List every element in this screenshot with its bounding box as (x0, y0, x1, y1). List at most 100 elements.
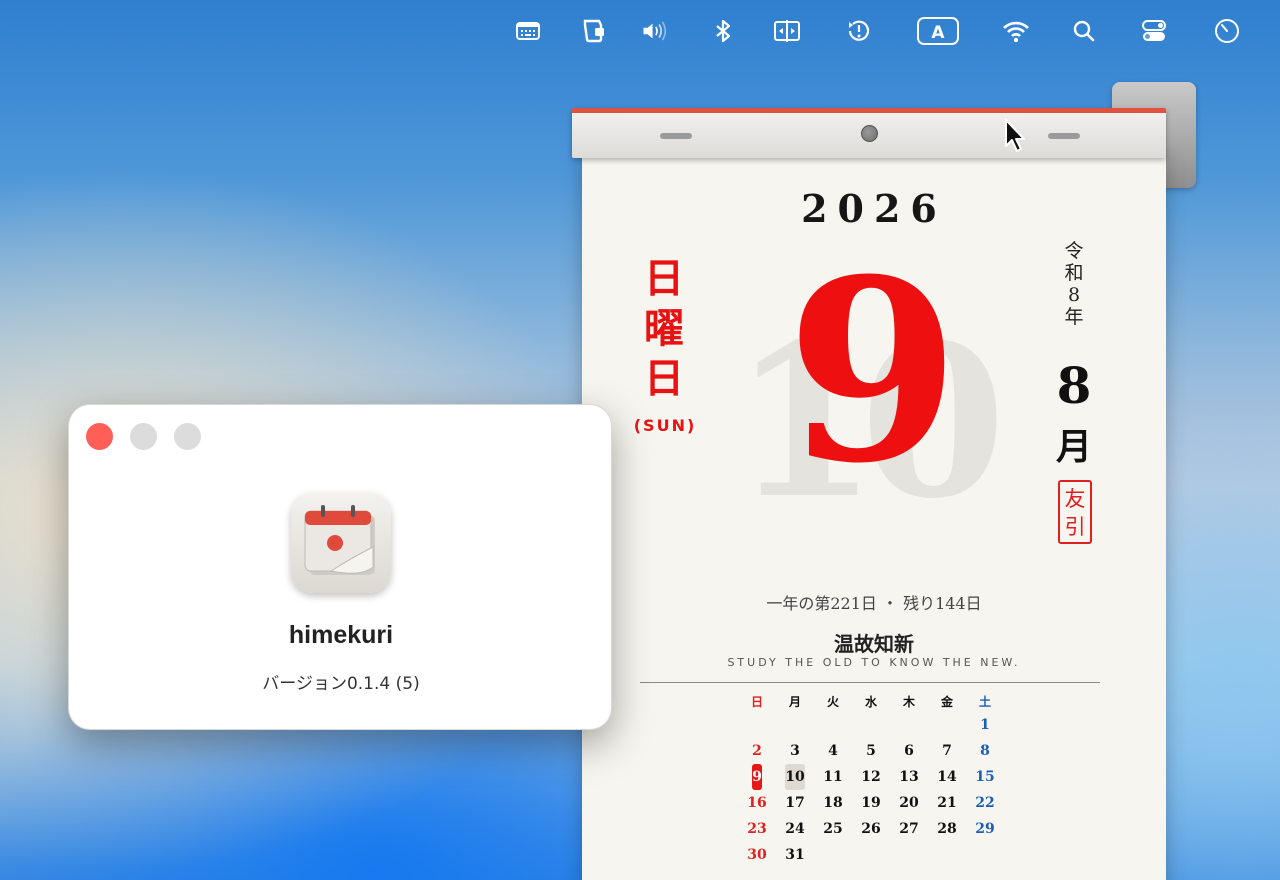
tear-off-calendar: 2026 10 9 日曜日 (SUN) 令和8年 8 月 友引 一年の第221日… (582, 150, 1166, 880)
stage-manager-icon[interactable] (576, 14, 610, 48)
control-center-icon[interactable] (1137, 14, 1171, 48)
mini-calendar-day (890, 842, 928, 868)
clip-slot-right (1048, 133, 1080, 139)
mini-calendar-day: 27 (890, 816, 928, 842)
mini-calendar-today: 9 (752, 764, 762, 790)
mini-calendar-day: 28 (928, 816, 966, 842)
mini-calendar-week: 1 (738, 712, 1004, 738)
mini-calendar-day (852, 842, 890, 868)
mini-calendar-day: 13 (890, 764, 928, 790)
menu-bar: A (0, 0, 1280, 62)
minimize-button[interactable] (130, 423, 157, 450)
mini-calendar-day-label: 11 (823, 769, 843, 785)
calendar-day-count: 一年の第221日 ・ 残り144日 (766, 594, 982, 613)
mini-calendar-day (966, 842, 1004, 868)
app-version: バージョン0.1.4 (5) (262, 674, 420, 694)
app-name: himekuri (288, 621, 394, 649)
close-button[interactable] (86, 423, 113, 450)
mini-calendar-day: 26 (852, 816, 890, 842)
mini-calendar-day-label: 25 (823, 821, 843, 837)
mini-calendar-day: 7 (928, 738, 966, 764)
weekday-header: 金 (940, 694, 953, 709)
mini-calendar-day: 19 (852, 790, 890, 816)
calendar-day-number: 9 (786, 224, 960, 518)
calendar-rokuyo: 友引 (1058, 480, 1092, 544)
weekday-header: 日 (750, 694, 763, 709)
time-machine-icon[interactable] (842, 14, 876, 48)
mini-calendar-day-label: 15 (975, 769, 995, 785)
mini-calendar-day-label: 16 (747, 795, 767, 811)
screen-mirroring-icon[interactable] (770, 14, 804, 48)
mini-calendar-day-label: 29 (975, 821, 995, 837)
bluetooth-icon[interactable] (706, 14, 740, 48)
mini-calendar-day: 8 (966, 738, 1004, 764)
keyboard-viewer-icon[interactable] (511, 14, 545, 48)
mouse-cursor-icon (1005, 119, 1025, 152)
mini-calendar-day: 30 (738, 842, 776, 868)
mini-calendar-day: 25 (814, 816, 852, 842)
mini-calendar-day-label: 28 (937, 821, 957, 837)
mini-calendar-day-label: 7 (942, 743, 952, 759)
mini-calendar-day (928, 842, 966, 868)
himekuri-app-icon (291, 493, 391, 593)
weekday-header: 木 (902, 694, 915, 709)
calendar-era: 令和8年 (1064, 240, 1084, 328)
calendar-month-kanji: 月 (1055, 427, 1092, 468)
volume-icon[interactable] (638, 14, 672, 48)
mini-calendar-day (890, 712, 928, 738)
mini-calendar-week: 23 24 25 26 27 28 29 (738, 816, 1004, 842)
calendar-idiom-en: STUDY THE OLD TO KNOW THE NEW. (727, 656, 1021, 669)
zoom-button[interactable] (174, 423, 201, 450)
mini-calendar-day-label: 20 (899, 795, 919, 811)
mini-calendar-day: 17 (776, 790, 814, 816)
mini-calendar-day-label: 18 (823, 795, 843, 811)
weekday-header: 月 (788, 694, 801, 709)
mini-calendar-day-label: 24 (785, 821, 805, 837)
mini-calendar-day-label: 5 (866, 743, 876, 759)
mini-calendar-day-label: 26 (861, 821, 881, 837)
mini-calendar-day (776, 712, 814, 738)
about-window: himekuri バージョン0.1.4 (5) (68, 404, 612, 730)
clock-icon[interactable] (1210, 14, 1244, 48)
mini-calendar-day: 16 (738, 790, 776, 816)
calendar-clip-bar[interactable] (572, 108, 1166, 158)
mini-calendar-day: 15 (966, 764, 1004, 790)
mini-calendar-day: 24 (776, 816, 814, 842)
mini-calendar-day (928, 712, 966, 738)
mini-calendar-day: 23 (738, 816, 776, 842)
mini-calendar-day (814, 842, 852, 868)
mini-calendar-day: 18 (814, 790, 852, 816)
clip-slot-left (660, 133, 692, 139)
mini-calendar-day-label: 30 (747, 847, 767, 863)
calendar-weekday-en: (SUN) (633, 416, 697, 435)
calendar-weekday-kanji: 日曜日 (644, 256, 684, 402)
spotlight-search-icon[interactable] (1067, 14, 1101, 48)
mini-calendar-day-label: 4 (828, 743, 838, 759)
mini-calendar-day: 4 (814, 738, 852, 764)
wifi-icon[interactable] (999, 14, 1033, 48)
mini-calendar-day-label: 22 (975, 795, 995, 811)
mini-calendar-day: 21 (928, 790, 966, 816)
mini-calendar-day: 11 (814, 764, 852, 790)
mini-calendar-day: 2 (738, 738, 776, 764)
mini-calendar-header: 日月火水木金土 (738, 690, 1004, 712)
mini-calendar-day: 5 (852, 738, 890, 764)
svg-text:A: A (931, 23, 945, 43)
mini-calendar-week: 2 3 4 5 6 7 8 (738, 738, 1004, 764)
mini-calendar-day-label: 27 (899, 821, 919, 837)
mini-calendar-day: 14 (928, 764, 966, 790)
mini-calendar-day-label: 14 (937, 769, 957, 785)
mini-calendar-day: 22 (966, 790, 1004, 816)
mini-calendar-day-label: 31 (785, 847, 805, 863)
mini-calendar-week: 16 17 18 19 20 21 22 (738, 790, 1004, 816)
calendar-idiom: 温故知新 (834, 632, 914, 656)
mini-calendar-day-label: 1 (980, 717, 990, 733)
mini-calendar-day (852, 712, 890, 738)
mini-calendar-day-label: 6 (904, 743, 914, 759)
clip-rivet (861, 125, 878, 142)
mini-calendar-day-label: 13 (899, 769, 919, 785)
mini-calendar-day-label: 12 (861, 769, 881, 785)
mini-calendar-day (738, 712, 776, 738)
mini-calendar-day-label: 19 (861, 795, 881, 811)
input-source-icon[interactable]: A (916, 14, 960, 48)
